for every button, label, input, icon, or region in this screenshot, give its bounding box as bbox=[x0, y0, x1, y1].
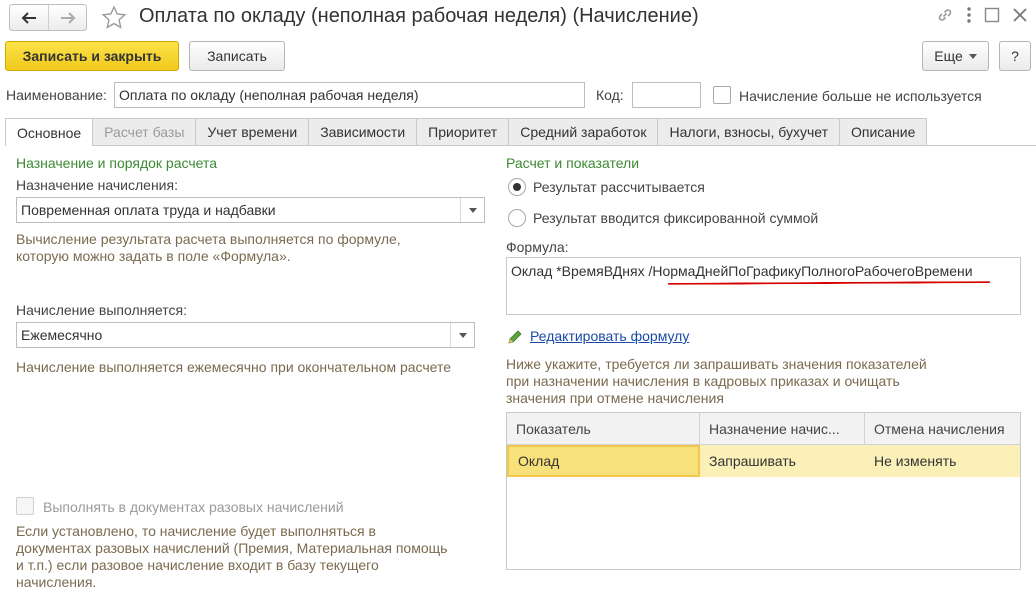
save-and-close-button[interactable]: Записать и закрыть bbox=[5, 41, 179, 71]
back-button[interactable] bbox=[10, 5, 48, 30]
more-vertical-icon[interactable] bbox=[966, 6, 972, 24]
code-label: Код: bbox=[596, 87, 624, 103]
tab-base-calculation: Расчет базы bbox=[92, 118, 197, 145]
tab-divider bbox=[5, 145, 1036, 146]
forward-button[interactable] bbox=[48, 5, 86, 30]
indicators-hint-line: при назначении начисления в кадровых при… bbox=[506, 373, 900, 389]
indicators-hint-line: значения при отмене начисления bbox=[506, 390, 724, 406]
indicators-hint-line: Ниже укажите, требуется ли запрашивать з… bbox=[506, 356, 927, 372]
dropdown-arrow-icon bbox=[968, 53, 977, 59]
tab-average-earnings[interactable]: Средний заработок bbox=[508, 118, 659, 145]
purpose-select-dropdown[interactable] bbox=[460, 198, 484, 222]
onetime-label: Выполнять в документах разовых начислени… bbox=[43, 499, 344, 515]
pencil-icon bbox=[508, 330, 522, 344]
name-input[interactable]: Оплата по окладу (неполная рабочая недел… bbox=[114, 82, 585, 108]
dropdown-arrow-icon bbox=[468, 207, 477, 213]
indicators-hint: Ниже укажите, требуется ли запрашивать з… bbox=[506, 356, 1021, 407]
arrow-left-icon bbox=[21, 11, 36, 24]
radio-calculated-label: Результат рассчитывается bbox=[533, 179, 705, 195]
more-button-label: Еще bbox=[934, 48, 963, 64]
schedule-select-value: Ежемесячно bbox=[21, 327, 103, 343]
schedule-hint: Начисление выполняется ежемесячно при ок… bbox=[16, 359, 452, 375]
radio-fixed-label: Результат вводится фиксированной суммой bbox=[533, 210, 819, 226]
purpose-label: Назначение начисления: bbox=[16, 177, 178, 193]
column-header-assignment[interactable]: Назначение начис... bbox=[700, 413, 865, 444]
table-header: Показатель Назначение начис... Отмена на… bbox=[507, 413, 1020, 445]
purpose-select-value: Повременная оплата труда и надбавки bbox=[21, 202, 276, 218]
tab-description[interactable]: Описание bbox=[838, 118, 928, 145]
favorite-star-button[interactable] bbox=[100, 4, 128, 32]
edit-formula-link[interactable]: Редактировать формулу bbox=[530, 328, 689, 344]
tab-time-accounting[interactable]: Учет времени bbox=[195, 118, 310, 145]
purpose-select[interactable]: Повременная оплата труда и надбавки bbox=[16, 197, 485, 223]
onetime-hint: Если установлено, то начисление будет вы… bbox=[16, 523, 496, 591]
navigation-buttons bbox=[9, 4, 87, 31]
onetime-hint-line: документах разовых начислений (Премия, М… bbox=[16, 540, 448, 556]
column-header-cancellation[interactable]: Отмена начисления bbox=[865, 413, 1020, 444]
window-controls bbox=[936, 6, 1028, 24]
close-icon[interactable] bbox=[1012, 7, 1028, 23]
calculation-section-title: Расчет и показатели bbox=[506, 155, 640, 171]
indicators-table: Показатель Назначение начис... Отмена на… bbox=[506, 412, 1021, 570]
onetime-hint-line: и т.п.) если разовое начисление входит в… bbox=[16, 557, 379, 573]
onetime-hint-line: начисления. bbox=[16, 574, 97, 590]
onetime-checkbox bbox=[16, 497, 34, 515]
purpose-hint-line: Вычисление результата расчета выполняетс… bbox=[16, 231, 401, 247]
purpose-hint: Вычисление результата расчета выполняетс… bbox=[16, 231, 486, 265]
more-button[interactable]: Еще bbox=[922, 41, 989, 71]
table-cell-indicator[interactable]: Оклад bbox=[507, 445, 700, 477]
table-cell-assignment[interactable]: Запрашивать bbox=[700, 445, 865, 477]
name-label: Наименование: bbox=[6, 87, 107, 103]
radio-fixed[interactable] bbox=[508, 209, 526, 227]
tab-main[interactable]: Основное bbox=[5, 118, 94, 146]
column-header-indicator[interactable]: Показатель bbox=[507, 413, 700, 444]
table-cell-cancellation[interactable]: Не изменять bbox=[865, 445, 1020, 477]
tab-taxes[interactable]: Налоги, взносы, бухучет bbox=[657, 118, 840, 145]
purpose-hint-line: которую можно задать в поле «Формула». bbox=[16, 248, 291, 264]
window-title: Оплата по окладу (неполная рабочая недел… bbox=[139, 5, 699, 27]
link-icon[interactable] bbox=[936, 6, 954, 24]
formula-input[interactable]: Оклад *ВремяВДнях /НормаДнейПоГрафикуПол… bbox=[506, 257, 1021, 315]
radio-calculated[interactable] bbox=[508, 178, 526, 196]
schedule-select[interactable]: Ежемесячно bbox=[16, 322, 475, 348]
code-input[interactable] bbox=[632, 82, 701, 108]
schedule-label: Начисление выполняется: bbox=[16, 302, 187, 318]
schedule-select-dropdown[interactable] bbox=[450, 323, 474, 347]
purpose-section-title: Назначение и порядок расчета bbox=[16, 155, 218, 171]
restore-window-icon[interactable] bbox=[984, 7, 1000, 23]
unused-checkbox[interactable] bbox=[713, 86, 731, 104]
dropdown-arrow-icon bbox=[458, 332, 467, 338]
arrow-right-icon bbox=[60, 11, 75, 24]
save-button[interactable]: Записать bbox=[189, 41, 285, 71]
help-button[interactable]: ? bbox=[999, 41, 1031, 71]
star-icon bbox=[101, 5, 127, 29]
onetime-hint-line: Если установлено, то начисление будет вы… bbox=[16, 523, 376, 539]
tab-dependencies[interactable]: Зависимости bbox=[308, 118, 418, 145]
unused-label: Начисление больше не используется bbox=[739, 88, 982, 104]
formula-label: Формула: bbox=[506, 239, 569, 255]
tab-bar: Основное Расчет базы Учет времени Зависи… bbox=[5, 118, 928, 146]
tab-priority[interactable]: Приоритет bbox=[416, 118, 510, 145]
table-row[interactable]: Оклад Запрашивать Не изменять bbox=[507, 445, 1020, 477]
